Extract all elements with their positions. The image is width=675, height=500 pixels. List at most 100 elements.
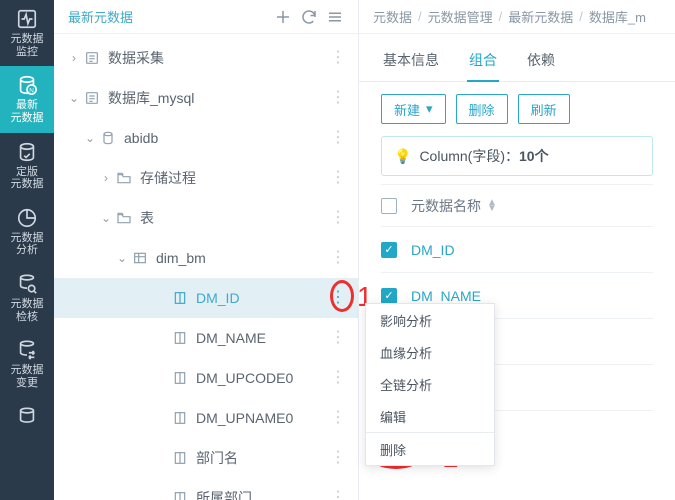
refresh-button[interactable]: 刷新 (518, 94, 570, 124)
crumb-item[interactable]: 最新元数据 (508, 7, 573, 26)
bars-icon[interactable] (322, 4, 348, 30)
rail-label: 元数据监控 (11, 33, 44, 58)
ctx-fullchain-analysis[interactable]: 全链分析 (366, 368, 494, 400)
tree-node[interactable]: ›数据采集⋮ (54, 38, 358, 78)
chevron-icon: ⌄ (98, 211, 114, 225)
col-name-header[interactable]: 元数据名称 (411, 196, 481, 216)
info-text: Column(字段)：10个 (419, 146, 548, 166)
crumb-item[interactable]: 元数据管理 (428, 7, 493, 26)
col-icon (170, 330, 190, 346)
plus-icon[interactable] (270, 4, 296, 30)
tree-node-label: DM_ID (196, 290, 240, 306)
crumb-item[interactable]: 数据库_m (589, 7, 646, 26)
tree-node-label: DM_UPNAME0 (196, 410, 293, 426)
chart-icon (16, 207, 38, 229)
chevron-icon: ⌄ (82, 131, 98, 145)
kebab-icon[interactable]: ⋮ (326, 291, 350, 305)
col-icon (170, 290, 190, 306)
tree-node[interactable]: ⌄ dim_bm ⋮ (54, 238, 358, 278)
db-plus-icon (16, 406, 38, 428)
tree-node-label: abidb (124, 130, 158, 146)
rail-item-change[interactable]: 元数据变更 (0, 331, 54, 397)
rail-label: 元数据检核 (11, 298, 44, 323)
col-icon (170, 490, 190, 500)
toolbar: 新建▾ 删除 刷新 (359, 82, 675, 136)
db-icon (98, 130, 118, 146)
list-icon (82, 90, 102, 106)
tree-node-label: 表 (140, 208, 154, 228)
chevron-icon: ⌄ (114, 251, 130, 265)
tree-node[interactable]: ⌄ 表 ⋮ (54, 198, 358, 238)
tree-node-label: dim_bm (156, 250, 206, 266)
row-label: DM_ID (411, 242, 455, 258)
tree-node[interactable]: 部门名⋮ (54, 438, 358, 478)
col-icon (170, 450, 190, 466)
col-icon (170, 410, 190, 426)
kebab-icon[interactable]: ⋮ (326, 331, 350, 345)
chevron-down-icon: ▾ (426, 101, 433, 117)
rail-label: 最新元数据 (11, 99, 44, 124)
tree-node-label: DM_UPCODE0 (196, 370, 293, 386)
tree-title: 最新元数据 (68, 7, 133, 26)
kebab-icon[interactable]: ⋮ (326, 91, 350, 105)
checkbox[interactable]: ✓ (381, 288, 397, 304)
ctx-lineage-analysis[interactable]: 血缘分析 (366, 336, 494, 368)
ctx-impact-analysis[interactable]: 影响分析 (366, 304, 494, 336)
table-row[interactable]: ✓ DM_ID (381, 226, 653, 272)
rail-item-monitor[interactable]: 元数据监控 (0, 0, 54, 66)
tree-node[interactable]: DM_UPNAME0 ⋮ (54, 398, 358, 438)
tree-node[interactable]: ›存储过程⋮ (54, 158, 358, 198)
kebab-icon[interactable]: ⋮ (326, 451, 350, 465)
ctx-edit[interactable]: 编辑 (366, 400, 494, 432)
kebab-icon[interactable]: ⋮ (326, 411, 350, 425)
ctx-delete[interactable]: 删除 (366, 433, 494, 465)
info-bar: 💡 Column(字段)：10个 (381, 136, 653, 176)
crumb-item[interactable]: 元数据 (373, 7, 412, 26)
tab-depend[interactable]: 依赖 (525, 42, 557, 81)
pulse-icon (16, 8, 38, 30)
checkbox-all[interactable] (381, 198, 397, 214)
col-icon (170, 370, 190, 386)
tree-node[interactable]: 所属部门⋮ (54, 478, 358, 500)
kebab-icon[interactable]: ⋮ (326, 371, 350, 385)
table-icon (130, 250, 150, 266)
tree-node[interactable]: ⌄ abidb ⋮ (54, 118, 358, 158)
db-swap-icon (16, 339, 38, 361)
kebab-icon[interactable]: ⋮ (326, 51, 350, 65)
kebab-icon[interactable]: ⋮ (326, 491, 350, 500)
list-icon (82, 50, 102, 66)
rail-item-latest[interactable]: N 最新元数据 (0, 66, 54, 132)
svg-text:N: N (29, 88, 34, 95)
kebab-icon[interactable]: ⋮ (326, 211, 350, 225)
tree-node[interactable]: DM_UPCODE0 ⋮ (54, 358, 358, 398)
tree-node-label: 数据库_mysql (108, 88, 194, 108)
tree-body: ›数据采集⋮⌄数据库_mysql⋮⌄abidb⋮›存储过程⋮⌄表⋮⌄dim_bm… (54, 34, 358, 500)
sort-icon[interactable]: ▲▼ (487, 200, 497, 211)
kebab-icon[interactable]: ⋮ (326, 131, 350, 145)
tab-basic[interactable]: 基本信息 (381, 42, 441, 81)
delete-button[interactable]: 删除 (456, 94, 508, 124)
tree-header: 最新元数据 (54, 0, 358, 34)
nav-rail: 元数据监控 N 最新元数据 定版元数据 元数据分析 元数据检核 元数据变更 (0, 0, 54, 500)
checkbox[interactable]: ✓ (381, 242, 397, 258)
rail-label: 定版元数据 (11, 166, 44, 191)
breadcrumb: 元数据/ 元数据管理/ 最新元数据/ 数据库_m (359, 0, 675, 34)
bulb-icon: 💡 (394, 148, 411, 165)
chevron-icon: ⌄ (66, 91, 82, 105)
tree-node[interactable]: DM_NAME⋮ (54, 318, 358, 358)
rail-item-verify[interactable]: 元数据检核 (0, 265, 54, 331)
new-button[interactable]: 新建▾ (381, 94, 446, 124)
tabs: 基本信息 组合 依赖 (359, 34, 675, 82)
chevron-icon: › (98, 171, 114, 185)
tree-node[interactable]: ⌄ 数据库_mysql ⋮ (54, 78, 358, 118)
tree-node[interactable]: DM_ID ⋮ (54, 278, 358, 318)
rail-item-version[interactable]: 定版元数据 (0, 133, 54, 199)
refresh-icon[interactable] (296, 4, 322, 30)
tree-node-label: 数据采集 (108, 48, 164, 68)
kebab-icon[interactable]: ⋮ (326, 251, 350, 265)
rail-item-more[interactable] (0, 398, 54, 436)
kebab-icon[interactable]: ⋮ (326, 171, 350, 185)
tab-compose[interactable]: 组合 (467, 42, 499, 82)
db-n-icon: N (16, 74, 38, 96)
rail-item-analysis[interactable]: 元数据分析 (0, 199, 54, 265)
